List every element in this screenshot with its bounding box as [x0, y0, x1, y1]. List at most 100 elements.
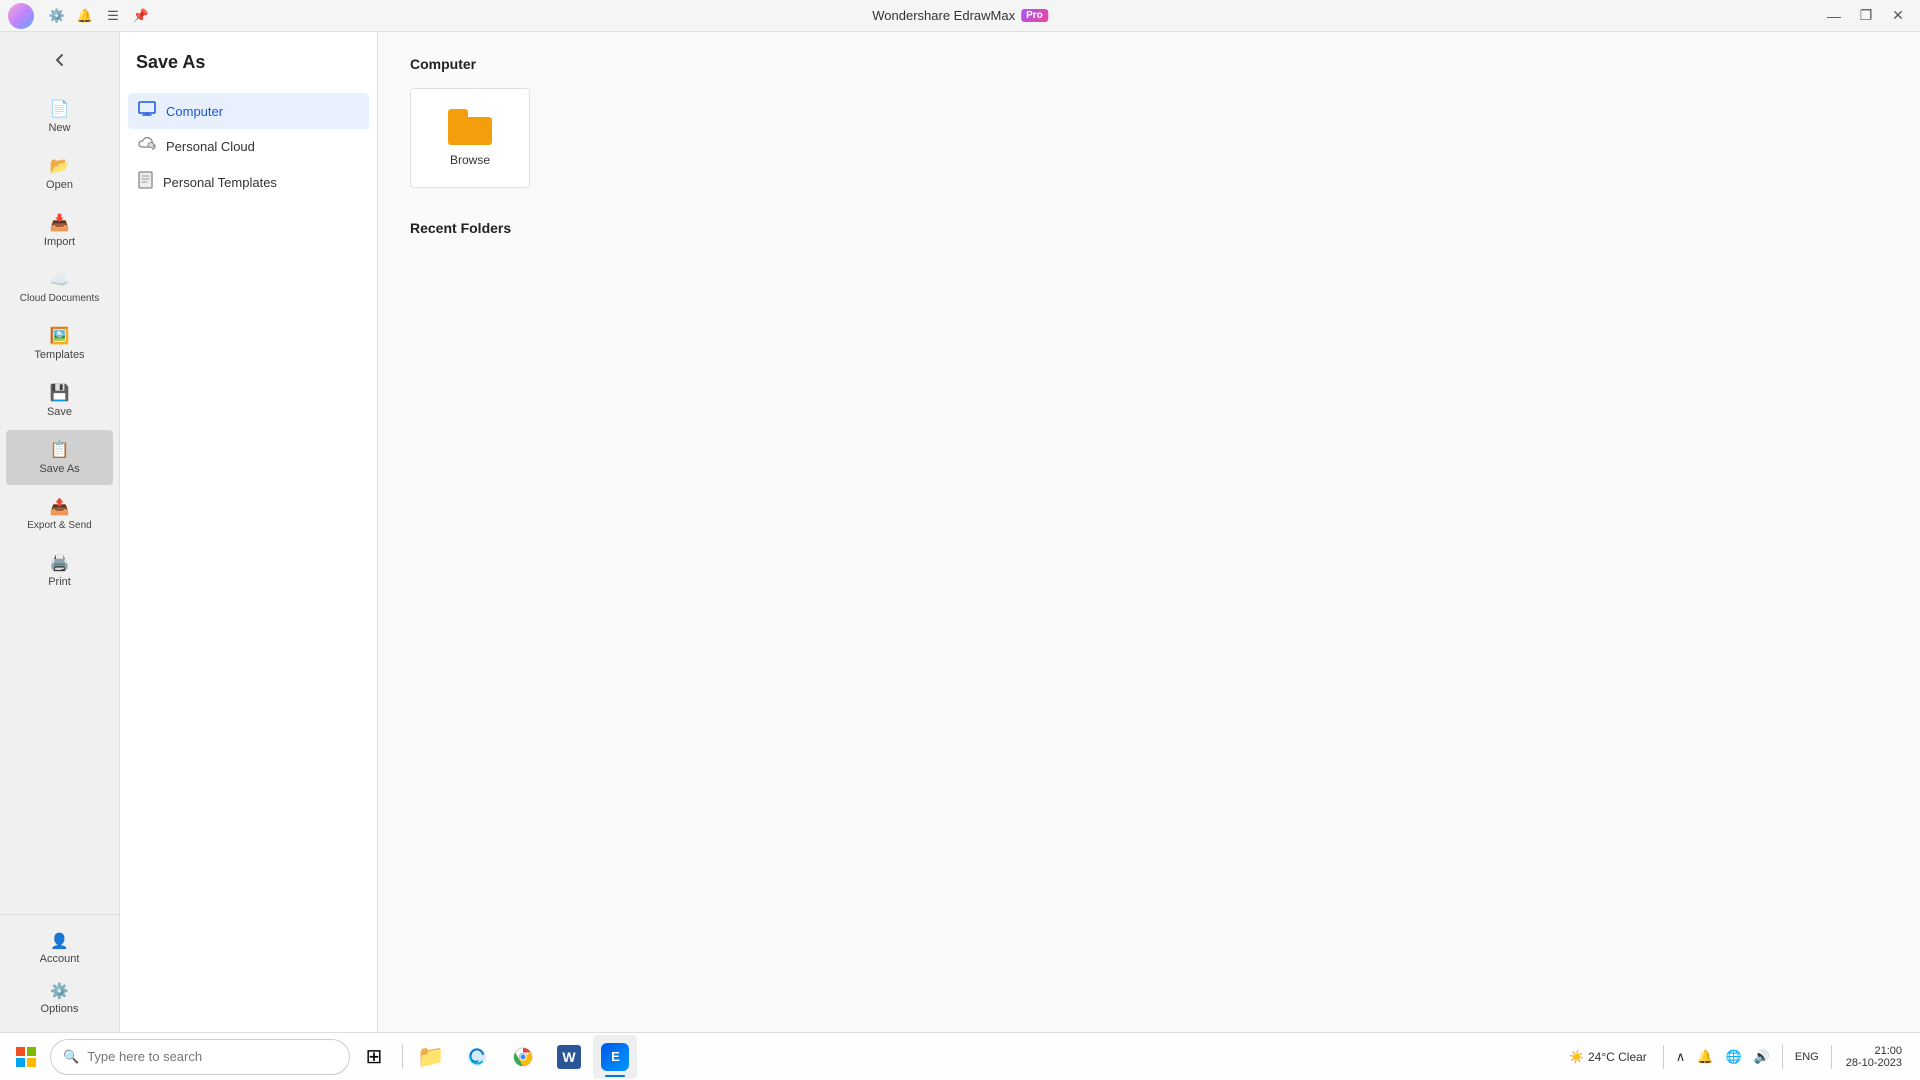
- sidebar-narrow-bottom: 👤 Account ⚙️ Options: [0, 914, 119, 1032]
- personal-templates-icon: [138, 171, 153, 193]
- import-icon: 📥: [50, 213, 70, 233]
- panel-item-personal-templates[interactable]: Personal Templates: [128, 163, 369, 201]
- taskbar-divider-1: [402, 1045, 403, 1069]
- taskbar-edge[interactable]: [455, 1035, 499, 1079]
- taskbar-task-view[interactable]: ⊞: [352, 1035, 396, 1079]
- panel-item-personal-templates-label: Personal Templates: [163, 175, 277, 190]
- sidebar-item-save-label: Save: [47, 406, 72, 418]
- browse-grid: Browse: [410, 88, 1888, 188]
- file-explorer-icon: 📁: [417, 1044, 444, 1070]
- app-body: 📄 New 📂 Open 📥 Import ☁️ Cloud Documents…: [0, 32, 1920, 1032]
- sidebar-item-cloud-label: Cloud Documents: [20, 293, 99, 304]
- taskbar-chrome[interactable]: [501, 1035, 545, 1079]
- minimize-button[interactable]: —: [1820, 2, 1848, 30]
- sidebar-item-export-label: Export & Send: [27, 520, 91, 531]
- sidebar-item-new[interactable]: 📄 New: [6, 89, 113, 144]
- account-icon: 👤: [50, 932, 69, 950]
- panel-item-personal-cloud-label: Personal Cloud: [166, 139, 255, 154]
- word-icon: W: [557, 1045, 581, 1069]
- panel-title: Save As: [120, 32, 377, 89]
- network-icon[interactable]: 🌐: [1722, 1045, 1746, 1069]
- sidebar-item-import-label: Import: [44, 236, 75, 248]
- back-button[interactable]: [36, 36, 84, 84]
- sidebar-item-templates-label: Templates: [34, 349, 84, 361]
- export-icon: 📤: [50, 497, 70, 517]
- browse-label: Browse: [450, 153, 490, 167]
- taskbar-search-icon: 🔍: [63, 1049, 79, 1065]
- chrome-icon: [512, 1046, 534, 1068]
- sidebar-item-import[interactable]: 📥 Import: [6, 203, 113, 258]
- start-button[interactable]: [4, 1035, 48, 1079]
- save-icon: 💾: [50, 383, 70, 403]
- sidebar-item-saveas[interactable]: 📋 Save As: [6, 430, 113, 485]
- sidebar-item-save[interactable]: 💾 Save: [6, 373, 113, 428]
- volume-icon[interactable]: 🔊: [1750, 1045, 1774, 1069]
- clock-time: 21:00: [1874, 1045, 1902, 1057]
- sidebar-item-open[interactable]: 📂 Open: [6, 146, 113, 201]
- sidebar-item-cloud[interactable]: ☁️ Cloud Documents: [6, 260, 113, 314]
- sidebar-narrow-items: 📄 New 📂 Open 📥 Import ☁️ Cloud Documents…: [0, 84, 119, 914]
- panel-item-computer-label: Computer: [166, 104, 223, 119]
- title-bar: ⚙️ 🔔 ☰ 📌 Wondershare EdrawMax Pro — ❐ ✕: [0, 0, 1920, 32]
- sidebar-item-open-label: Open: [46, 179, 73, 191]
- weather-icon: ☀️: [1569, 1050, 1584, 1064]
- panel-item-personal-cloud[interactable]: Personal Cloud: [128, 129, 369, 163]
- section-title: Computer: [410, 56, 1888, 72]
- sidebar-item-templates[interactable]: 🖼️ Templates: [6, 316, 113, 371]
- taskbar-search-bar[interactable]: 🔍: [50, 1039, 350, 1075]
- print-icon: 🖨️: [50, 553, 70, 573]
- windows-logo: [16, 1047, 36, 1067]
- task-view-icon: ⊞: [366, 1044, 383, 1069]
- sidebar-narrow: 📄 New 📂 Open 📥 Import ☁️ Cloud Documents…: [0, 32, 120, 1032]
- taskbar-clock[interactable]: 21:00 28-10-2023: [1840, 1041, 1908, 1073]
- open-icon: 📂: [50, 156, 70, 176]
- clock-date: 28-10-2023: [1846, 1057, 1902, 1069]
- options-icon: ⚙️: [50, 982, 69, 1000]
- toolbar-bell-icon[interactable]: 🔔: [72, 3, 98, 29]
- toolbar-menu-icon[interactable]: ☰: [100, 3, 126, 29]
- sidebar-item-account-label: Account: [40, 953, 80, 965]
- user-avatar: [8, 3, 34, 29]
- computer-icon: [138, 101, 156, 121]
- main-content: Computer Browse Recent Folders: [378, 32, 1920, 1032]
- edraw-app-icon: E: [601, 1043, 629, 1071]
- sidebar-item-options[interactable]: ⚙️ Options: [6, 974, 113, 1023]
- browse-card[interactable]: Browse: [410, 88, 530, 188]
- toolbar-settings-icon[interactable]: ⚙️: [44, 3, 70, 29]
- taskbar-file-explorer[interactable]: 📁: [409, 1035, 453, 1079]
- panel-items: Computer Personal Cloud: [120, 89, 377, 1032]
- title-bar-controls: — ❐ ✕: [1820, 2, 1912, 30]
- system-tray: ∧ 🔔 🌐 🔊: [1672, 1045, 1774, 1069]
- sidebar-item-print[interactable]: 🖨️ Print: [6, 543, 113, 598]
- save-as-panel: Save As Computer: [120, 32, 378, 1032]
- taskbar-search-input[interactable]: [87, 1049, 337, 1064]
- app-name: Wondershare EdrawMax: [872, 8, 1015, 23]
- sidebar-item-export[interactable]: 📤 Export & Send: [6, 487, 113, 541]
- taskbar-divider-3: [1782, 1045, 1783, 1069]
- chevron-up-icon[interactable]: ∧: [1672, 1045, 1690, 1069]
- templates-icon: 🖼️: [50, 326, 70, 346]
- new-icon: 📄: [50, 99, 70, 119]
- saveas-icon: 📋: [50, 440, 70, 460]
- edge-icon: [466, 1046, 488, 1068]
- close-button[interactable]: ✕: [1884, 2, 1912, 30]
- sidebar-item-account[interactable]: 👤 Account: [6, 924, 113, 973]
- taskbar-edraw[interactable]: E: [593, 1035, 637, 1079]
- taskbar-right: ☀️ 24°C Clear ∧ 🔔 🌐 🔊 ENG 21:00 28-10-20…: [1561, 1041, 1916, 1073]
- taskbar-divider-2: [1663, 1045, 1664, 1069]
- recent-folders-title: Recent Folders: [410, 220, 1888, 236]
- restore-button[interactable]: ❐: [1852, 2, 1880, 30]
- toolbar-pin-icon[interactable]: 📌: [128, 3, 154, 29]
- notification-icon[interactable]: 🔔: [1693, 1045, 1717, 1069]
- pro-badge: Pro: [1021, 9, 1048, 22]
- language-indicator[interactable]: ENG: [1791, 1047, 1823, 1067]
- taskbar: 🔍 ⊞ 📁 W E: [0, 1032, 1920, 1080]
- weather-widget[interactable]: ☀️ 24°C Clear: [1561, 1046, 1655, 1068]
- toolbar-icons: ⚙️ 🔔 ☰ 📌: [44, 3, 154, 29]
- sidebar-item-new-label: New: [48, 122, 70, 134]
- panel-item-computer[interactable]: Computer: [128, 93, 369, 129]
- weather-text: 24°C Clear: [1588, 1050, 1647, 1064]
- taskbar-word[interactable]: W: [547, 1035, 591, 1079]
- sidebar-item-print-label: Print: [48, 576, 71, 588]
- cloud-icon: ☁️: [50, 270, 70, 290]
